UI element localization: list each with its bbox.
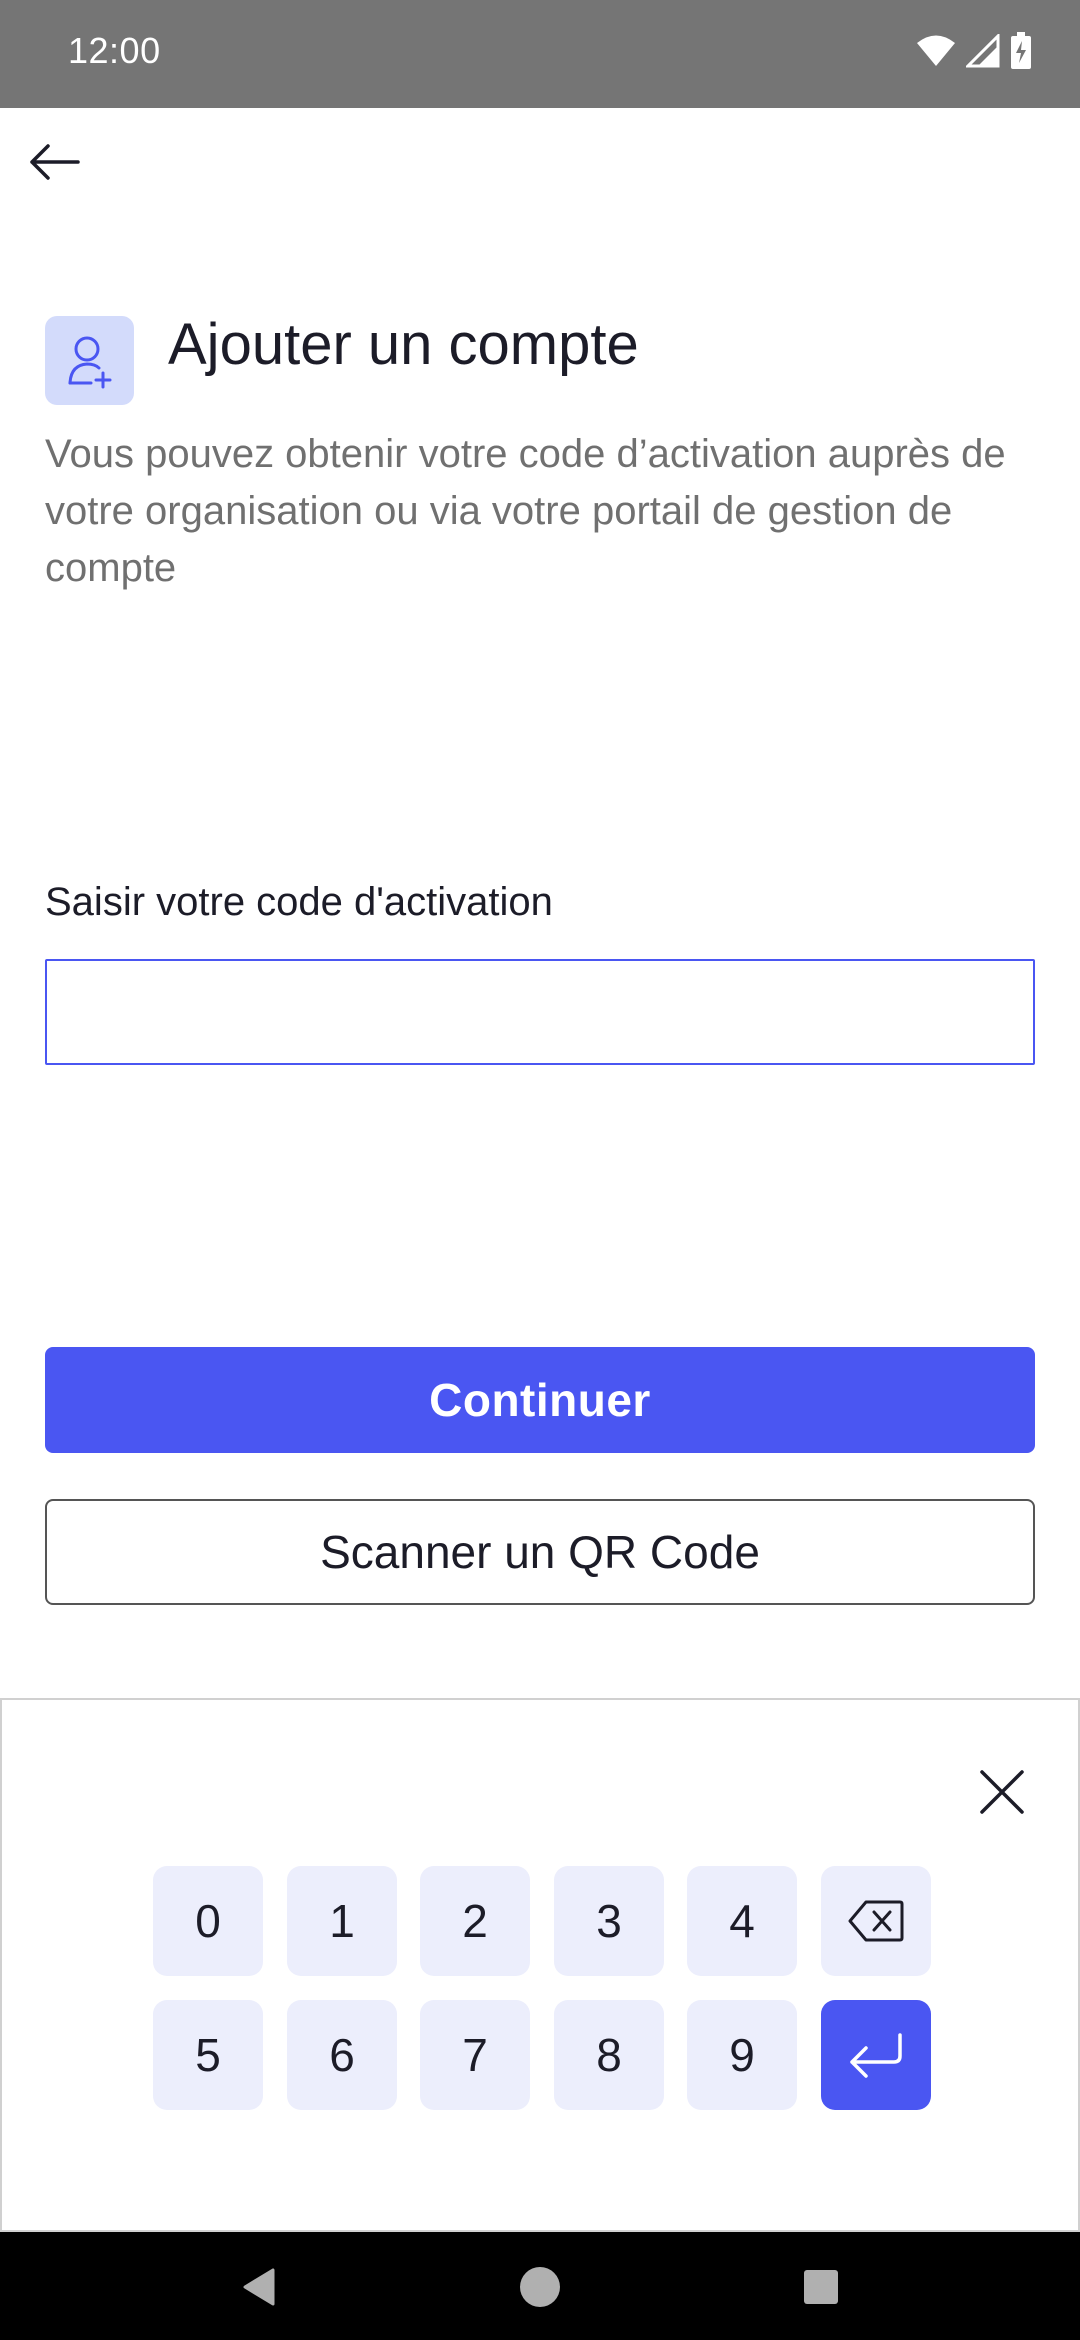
back-button[interactable] — [22, 134, 86, 190]
close-icon — [980, 1770, 1024, 1814]
activation-code-input[interactable] — [45, 959, 1035, 1065]
backspace-key[interactable] — [821, 1866, 931, 1976]
nav-home-button[interactable] — [515, 2262, 565, 2312]
scan-qr-button[interactable]: Scanner un QR Code — [45, 1499, 1035, 1605]
arrow-left-icon — [30, 144, 80, 180]
status-time: 12:00 — [68, 30, 161, 71]
numeric-keypad: 0 1 2 3 4 5 6 7 8 9 — [0, 1698, 1080, 2232]
enter-icon — [850, 2033, 902, 2078]
enter-key[interactable] — [821, 2000, 931, 2110]
add-user-icon-badge — [45, 316, 134, 405]
key-8[interactable]: 8 — [554, 2000, 664, 2110]
nav-recents-button[interactable] — [796, 2262, 846, 2312]
signal-icon — [966, 34, 1000, 68]
close-keypad-button[interactable] — [970, 1760, 1034, 1824]
status-icons — [916, 32, 1032, 70]
battery-icon — [1011, 32, 1031, 69]
key-6[interactable]: 6 — [287, 2000, 397, 2110]
key-9[interactable]: 9 — [687, 2000, 797, 2110]
key-5[interactable]: 5 — [153, 2000, 263, 2110]
page-title: Ajouter un compte — [168, 312, 639, 377]
key-7[interactable]: 7 — [420, 2000, 530, 2110]
key-1[interactable]: 1 — [287, 1866, 397, 1976]
key-3[interactable]: 3 — [554, 1866, 664, 1976]
continue-button[interactable]: Continuer — [45, 1347, 1035, 1453]
status-bar: 12:00 — [0, 0, 1080, 108]
wifi-icon — [917, 35, 955, 66]
key-2[interactable]: 2 — [420, 1866, 530, 1976]
triangle-back-icon — [243, 2268, 275, 2306]
circle-home-icon — [520, 2267, 560, 2307]
page-description: Vous pouvez obtenir votre code d’activat… — [45, 432, 1006, 590]
square-recents-icon — [804, 2270, 838, 2304]
add-user-icon — [68, 336, 111, 388]
key-4[interactable]: 4 — [687, 1866, 797, 1976]
system-nav-bar — [0, 2232, 1080, 2340]
key-0[interactable]: 0 — [153, 1866, 263, 1976]
activation-code-label: Saisir votre code d'activation — [45, 880, 553, 924]
nav-back-button[interactable] — [234, 2262, 284, 2312]
backspace-icon — [848, 1900, 904, 1942]
